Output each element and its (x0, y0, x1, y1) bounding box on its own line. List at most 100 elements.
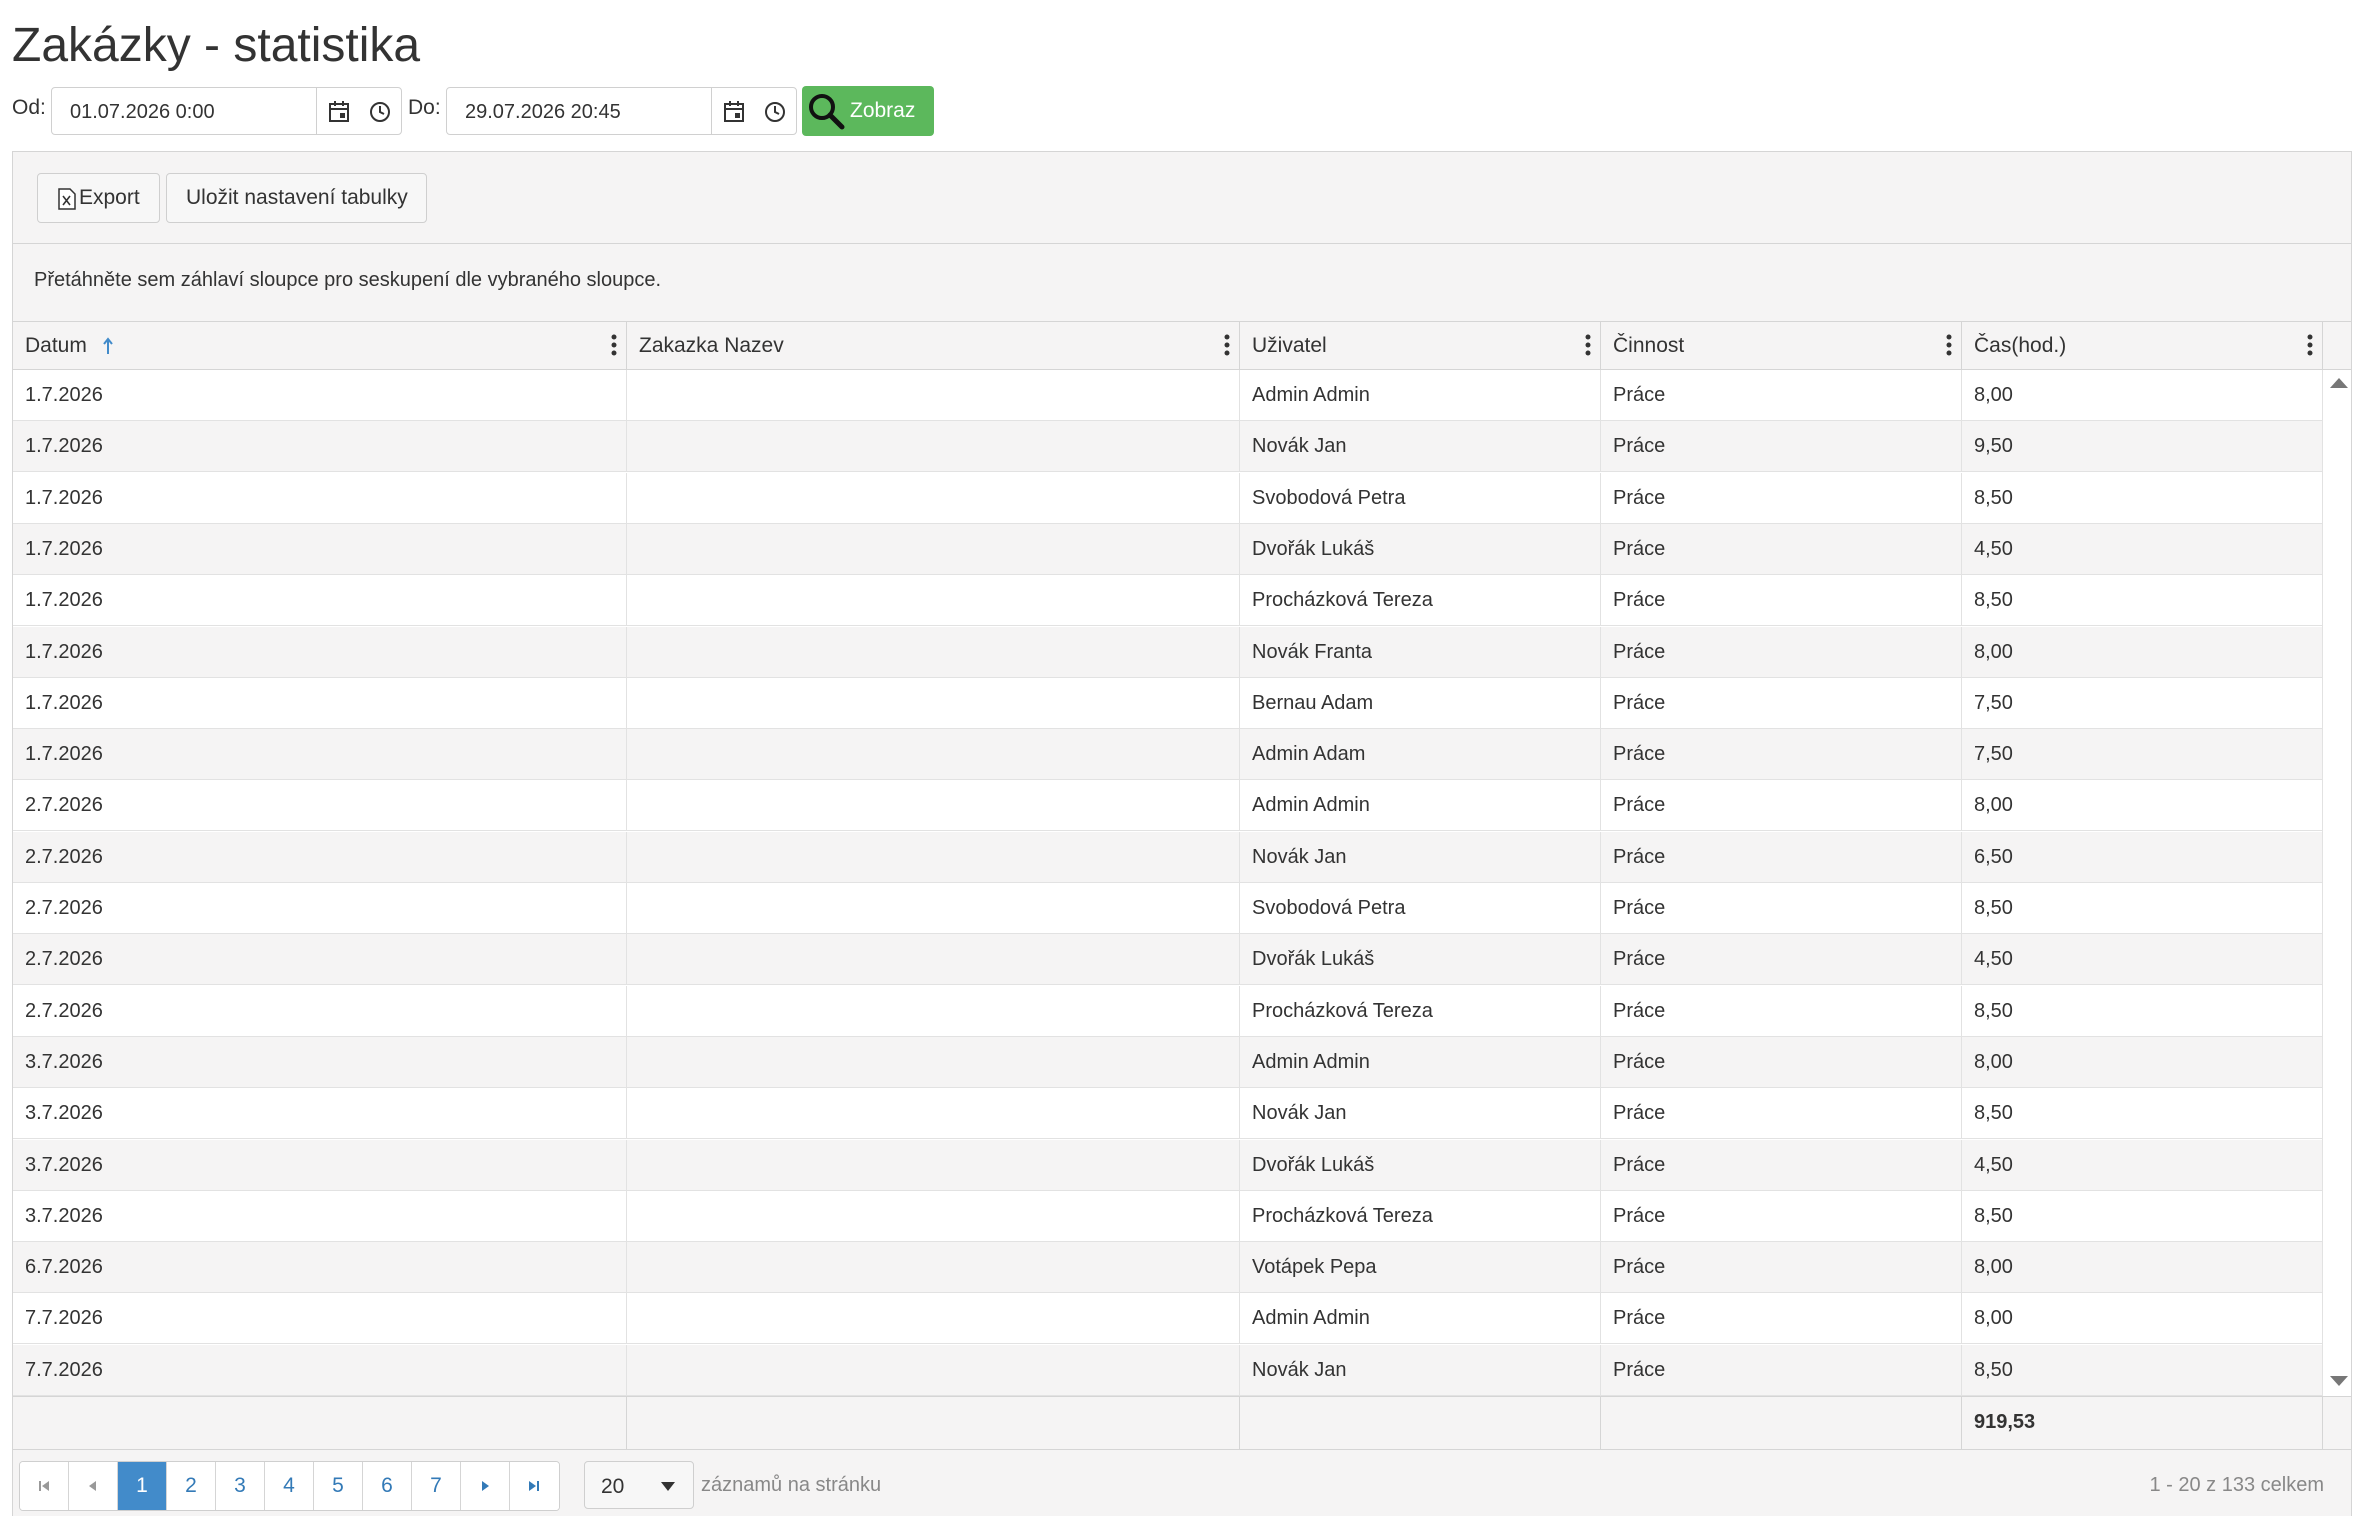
cell-datum[interactable]: 2.7.2026 (13, 934, 627, 985)
page-4-button[interactable]: 4 (265, 1462, 314, 1510)
cell-cinnost[interactable]: Práce (1601, 1242, 1962, 1293)
cell-cas[interactable]: 4,50 (1962, 523, 2323, 574)
cell-datum[interactable]: 1.7.2026 (13, 626, 627, 677)
cell-datum[interactable]: 1.7.2026 (13, 729, 627, 780)
cell-zakazka-nazev[interactable] (627, 1036, 1240, 1087)
column-header-cas[interactable]: Čas(hod.) (1962, 322, 2323, 369)
column-header-uzivatel[interactable]: Uživatel (1240, 322, 1601, 369)
cell-datum[interactable]: 2.7.2026 (13, 883, 627, 933)
column-header-datum[interactable]: Datum (13, 322, 627, 369)
table-row[interactable]: 2.7.2026 Admin Admin Práce 8,00 (13, 780, 2323, 832)
table-row[interactable]: 6.7.2026 Votápek Pepa Práce 8,00 (13, 1242, 2323, 1294)
cell-datum[interactable]: 3.7.2026 (13, 1139, 627, 1190)
sort-ascending-icon[interactable] (101, 336, 115, 356)
cell-uzivatel[interactable]: Novák Franta (1240, 626, 1601, 677)
cell-cas[interactable]: 7,50 (1962, 729, 2323, 780)
kebab-menu-icon[interactable] (2306, 333, 2314, 357)
previous-page-button[interactable] (69, 1462, 118, 1510)
cell-zakazka-nazev[interactable] (627, 1344, 1240, 1395)
cell-cas[interactable]: 8,00 (1962, 1293, 2323, 1344)
table-row[interactable]: 2.7.2026 Svobodová Petra Práce 8,50 (13, 883, 2323, 934)
cell-cas[interactable]: 8,00 (1962, 626, 2323, 677)
cell-zakazka-nazev[interactable] (627, 780, 1240, 831)
cell-cinnost[interactable]: Práce (1601, 421, 1962, 472)
cell-zakazka-nazev[interactable] (627, 472, 1240, 523)
table-row[interactable]: 3.7.2026 Procházková Tereza Práce 8,50 (13, 1190, 2323, 1242)
cell-zakazka-nazev[interactable] (627, 1139, 1240, 1190)
column-header-label[interactable]: Činnost (1613, 334, 1684, 358)
cell-uzivatel[interactable]: Svobodová Petra (1240, 472, 1601, 523)
cell-uzivatel[interactable]: Novák Jan (1240, 831, 1601, 882)
vertical-scrollbar[interactable] (2322, 370, 2351, 1396)
next-page-button[interactable] (461, 1462, 510, 1510)
cell-cinnost[interactable]: Práce (1601, 780, 1962, 831)
cell-datum[interactable]: 7.7.2026 (13, 1293, 627, 1344)
cell-cinnost[interactable]: Práce (1601, 1139, 1962, 1190)
table-row[interactable]: 1.7.2026 Dvořák Lukáš Práce 4,50 (13, 523, 2323, 575)
cell-datum[interactable]: 2.7.2026 (13, 831, 627, 882)
cell-uzivatel[interactable]: Novák Jan (1240, 421, 1601, 472)
cell-cas[interactable]: 4,50 (1962, 1139, 2323, 1190)
cell-uzivatel[interactable]: Novák Jan (1240, 1344, 1601, 1395)
cell-cinnost[interactable]: Práce (1601, 1190, 1962, 1241)
save-table-settings-button[interactable]: Uložit nastavení tabulky (166, 173, 427, 223)
from-datetime-input[interactable]: 01.07.2026 0:00 (51, 87, 402, 135)
cell-cinnost[interactable]: Práce (1601, 831, 1962, 882)
cell-zakazka-nazev[interactable] (627, 729, 1240, 780)
clock-icon[interactable] (366, 98, 394, 126)
calendar-icon[interactable] (720, 98, 748, 126)
page-size-select[interactable]: 20 (584, 1461, 694, 1509)
cell-cinnost[interactable]: Práce (1601, 729, 1962, 780)
table-row[interactable]: 7.7.2026 Admin Admin Práce 8,00 (13, 1293, 2323, 1345)
cell-zakazka-nazev[interactable] (627, 1088, 1240, 1139)
cell-zakazka-nazev[interactable] (627, 370, 1240, 420)
cell-uzivatel[interactable]: Dvořák Lukáš (1240, 934, 1601, 985)
cell-cas[interactable]: 8,00 (1962, 370, 2323, 420)
cell-uzivatel[interactable]: Svobodová Petra (1240, 883, 1601, 933)
cell-zakazka-nazev[interactable] (627, 575, 1240, 626)
calendar-icon[interactable] (325, 98, 353, 126)
from-datetime-value[interactable]: 01.07.2026 0:00 (70, 101, 215, 124)
export-button[interactable]: Export (37, 173, 160, 223)
cell-cinnost[interactable]: Práce (1601, 1293, 1962, 1344)
cell-cas[interactable]: 4,50 (1962, 934, 2323, 985)
page-6-button[interactable]: 6 (363, 1462, 412, 1510)
cell-cas[interactable]: 8,50 (1962, 575, 2323, 626)
cell-uzivatel[interactable]: Votápek Pepa (1240, 1242, 1601, 1293)
table-row[interactable]: 1.7.2026 Procházková Tereza Práce 8,50 (13, 575, 2323, 627)
cell-cas[interactable]: 8,50 (1962, 985, 2323, 1036)
table-row[interactable]: 3.7.2026 Dvořák Lukáš Práce 4,50 (13, 1139, 2323, 1191)
kebab-menu-icon[interactable] (1584, 333, 1592, 357)
cell-cinnost[interactable]: Práce (1601, 472, 1962, 523)
cell-zakazka-nazev[interactable] (627, 523, 1240, 574)
cell-zakazka-nazev[interactable] (627, 1242, 1240, 1293)
cell-datum[interactable]: 6.7.2026 (13, 1242, 627, 1293)
cell-uzivatel[interactable]: Bernau Adam (1240, 677, 1601, 728)
column-header-zakazka-nazev[interactable]: Zakazka Nazev (627, 322, 1240, 369)
table-row[interactable]: 1.7.2026 Svobodová Petra Práce 8,50 (13, 472, 2323, 524)
cell-cinnost[interactable]: Práce (1601, 523, 1962, 574)
table-row[interactable]: 3.7.2026 Admin Admin Práce 8,00 (13, 1036, 2323, 1088)
column-header-label[interactable]: Datum (25, 334, 87, 358)
kebab-menu-icon[interactable] (1945, 333, 1953, 357)
table-row[interactable]: 7.7.2026 Novák Jan Práce 8,50 (13, 1344, 2323, 1396)
cell-cinnost[interactable]: Práce (1601, 985, 1962, 1036)
cell-datum[interactable]: 2.7.2026 (13, 780, 627, 831)
cell-cinnost[interactable]: Práce (1601, 1036, 1962, 1087)
clock-icon[interactable] (761, 98, 789, 126)
cell-cas[interactable]: 8,50 (1962, 1190, 2323, 1241)
cell-uzivatel[interactable]: Admin Admin (1240, 1293, 1601, 1344)
table-row[interactable]: 2.7.2026 Novák Jan Práce 6,50 (13, 831, 2323, 883)
page-5-button[interactable]: 5 (314, 1462, 363, 1510)
cell-datum[interactable]: 1.7.2026 (13, 421, 627, 472)
cell-uzivatel[interactable]: Novák Jan (1240, 1088, 1601, 1139)
scroll-down-arrow-icon[interactable] (2330, 1376, 2348, 1386)
page-1-button[interactable]: 1 (118, 1462, 167, 1510)
kebab-menu-icon[interactable] (610, 333, 618, 357)
cell-cas[interactable]: 8,00 (1962, 780, 2323, 831)
scroll-up-arrow-icon[interactable] (2330, 378, 2348, 388)
cell-datum[interactable]: 3.7.2026 (13, 1190, 627, 1241)
to-datetime-value[interactable]: 29.07.2026 20:45 (465, 101, 621, 124)
cell-cas[interactable]: 6,50 (1962, 831, 2323, 882)
cell-uzivatel[interactable]: Admin Admin (1240, 1036, 1601, 1087)
